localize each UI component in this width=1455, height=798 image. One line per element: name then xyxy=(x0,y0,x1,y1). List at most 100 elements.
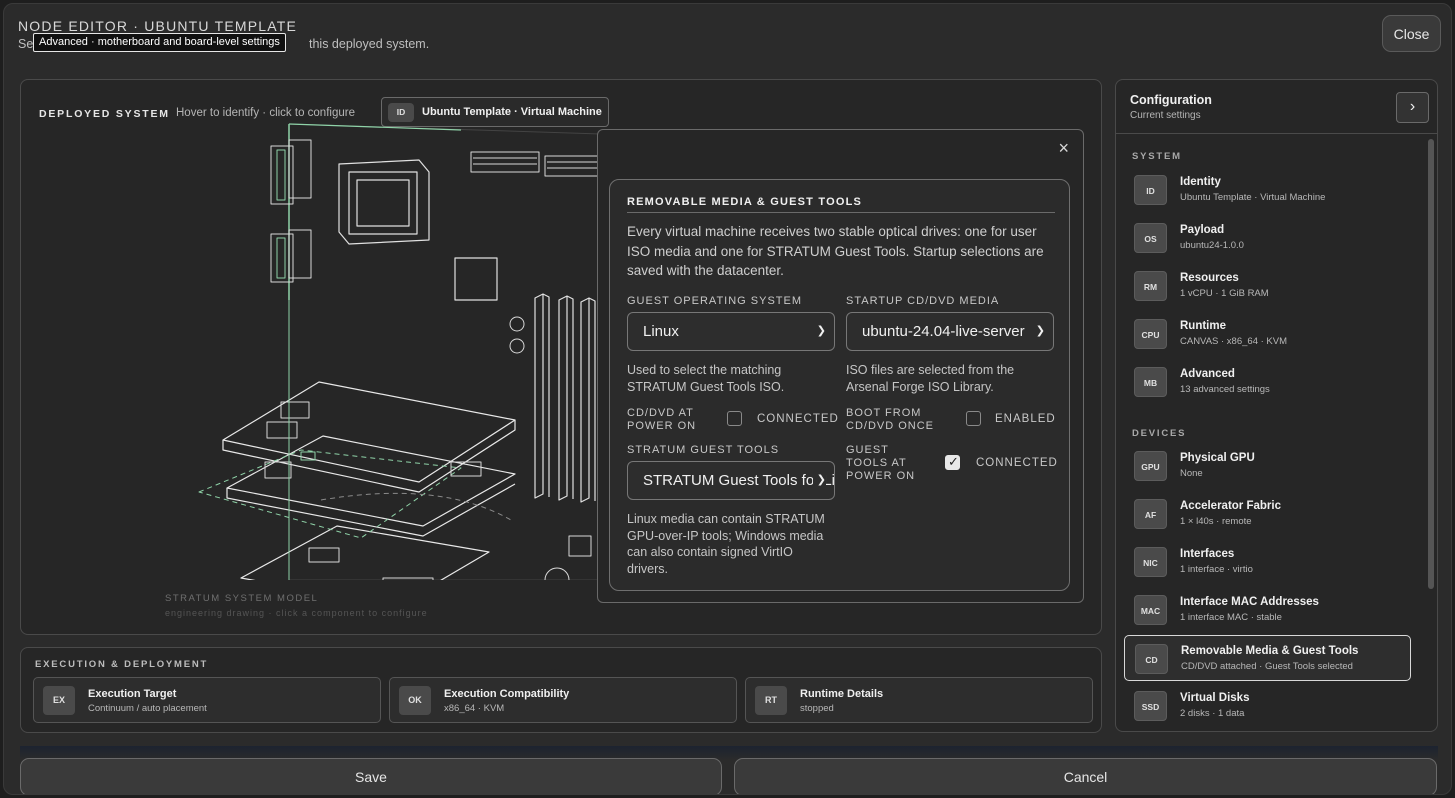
boot-once-label-line1: BOOT FROM xyxy=(846,407,922,419)
board-outline xyxy=(288,123,601,580)
save-button[interactable]: Save xyxy=(20,758,722,794)
config-item-title: Runtime xyxy=(1180,320,1226,332)
config-item-sub: CD/DVD attached · Guest Tools selected xyxy=(1181,661,1353,672)
ram-slots xyxy=(534,293,596,503)
mb-badge: MB xyxy=(1134,367,1167,397)
tools-power-on-label: GUEST TOOLS AT POWER ON xyxy=(846,444,915,483)
cpu-socket xyxy=(338,159,430,245)
removable-media-dialog: × REMOVABLE MEDIA & GUEST TOOLS Every vi… xyxy=(597,129,1084,603)
model-sublabel: engineering drawing · click a component … xyxy=(165,608,428,618)
subtitle-prefix: Se xyxy=(18,37,34,51)
gpu-badge: GPU xyxy=(1134,451,1167,481)
boot-once-checkbox[interactable] xyxy=(966,411,981,426)
runtime-details-card[interactable]: RT Runtime Details stopped xyxy=(745,677,1093,723)
cd-badge: CD xyxy=(1135,644,1168,674)
close-button[interactable]: Close xyxy=(1382,15,1441,52)
chevron-right-icon[interactable]: › xyxy=(1396,92,1429,123)
config-item-advanced[interactable]: MB Advanced 13 advanced settings xyxy=(1124,359,1411,405)
hover-tooltip: Advanced · motherboard and board-level s… xyxy=(33,33,286,52)
runtime-details-sub: stopped xyxy=(800,703,834,714)
model-label: STRATUM SYSTEM MODEL xyxy=(165,593,319,604)
execution-target-card[interactable]: EX Execution Target Continuum / auto pla… xyxy=(33,677,381,723)
config-item-virtual-disks[interactable]: SSD Virtual Disks 2 disks · 1 data xyxy=(1124,683,1411,729)
card-description: Every virtual machine receives two stabl… xyxy=(627,224,1044,278)
runtime-details-title: Runtime Details xyxy=(800,688,884,700)
page-subtitle: Se this deployed system. xyxy=(18,37,429,51)
node-editor-window: NODE EDITOR · UBUNTU TEMPLATE Se this de… xyxy=(3,3,1452,795)
guest-os-select[interactable]: Linux ❯ xyxy=(627,312,835,351)
execution-compat-card[interactable]: OK Execution Compatibility x86_64 · KVM xyxy=(389,677,737,723)
config-item-title: Advanced xyxy=(1180,368,1235,380)
chevron-down-icon: ❯ xyxy=(812,462,826,499)
tools-power-on-state: CONNECTED xyxy=(976,457,1058,469)
config-item-sub: 1 interface MAC · stable xyxy=(1180,612,1282,623)
system-section-label: SYSTEM xyxy=(1132,151,1182,162)
chevron-down-icon: ❯ xyxy=(1031,313,1045,350)
execution-target-title: Execution Target xyxy=(88,688,177,700)
configuration-panel: Configuration Current settings › SYSTEM … xyxy=(1115,79,1438,732)
guest-os-help: Used to select the matching STRATUM Gues… xyxy=(627,363,785,394)
sidebar-scrollbar[interactable] xyxy=(1428,139,1434,589)
config-item-sub: None xyxy=(1180,468,1203,479)
startup-media-select[interactable]: ubuntu-24.04-live-server ❯ xyxy=(846,312,1054,351)
config-item-sub: 1 vCPU · 1 GiB RAM xyxy=(1180,288,1269,299)
guest-tools-label: STRATUM GUEST TOOLS xyxy=(627,444,780,456)
config-item-resources[interactable]: RM Resources 1 vCPU · 1 GiB RAM xyxy=(1124,263,1411,309)
config-item-title: Virtual Disks xyxy=(1180,692,1250,704)
deployed-system-hint: Hover to identify · click to configure xyxy=(176,107,355,119)
top-headers xyxy=(470,151,601,177)
cd-power-on-label-line1: CD/DVD AT xyxy=(627,407,694,419)
configuration-header: Configuration Current settings › xyxy=(1116,80,1437,134)
config-item-accelerator-fabric[interactable]: AF Accelerator Fabric 1 × l40s · remote xyxy=(1124,491,1411,537)
config-item-mac-addresses[interactable]: MAC Interface MAC Addresses 1 interface … xyxy=(1124,587,1411,633)
config-item-sub: Ubuntu Template · Virtual Machine xyxy=(1180,192,1326,203)
configuration-title: Configuration xyxy=(1130,93,1212,107)
mac-badge: MAC xyxy=(1134,595,1167,625)
af-badge: AF xyxy=(1134,499,1167,529)
config-item-sub: 1 interface · virtio xyxy=(1180,564,1253,575)
nic-badge: NIC xyxy=(1134,547,1167,577)
cd-power-on-state: CONNECTED xyxy=(757,413,839,425)
divider xyxy=(627,212,1055,213)
guest-tools-value: STRATUM Guest Tools for Linux xyxy=(643,472,835,489)
config-item-interfaces[interactable]: NIC Interfaces 1 interface · virtio xyxy=(1124,539,1411,585)
config-item-sub: ubuntu24-1.0.0 xyxy=(1180,240,1244,251)
tools-power-on-label-line1: GUEST xyxy=(846,444,889,456)
startup-media-value: ubuntu-24.04-live-server xyxy=(862,323,1025,340)
cpu-badge: CPU xyxy=(1134,319,1167,349)
cd-power-on-checkbox[interactable] xyxy=(727,411,742,426)
ok-badge: OK xyxy=(399,686,431,715)
deployed-system-label: DEPLOYED SYSTEM xyxy=(39,108,170,120)
devices-section-label: DEVICES xyxy=(1132,428,1187,439)
execution-panel: EXECUTION & DEPLOYMENT EX Execution Targ… xyxy=(20,647,1102,733)
guest-tools-select[interactable]: STRATUM Guest Tools for Linux ❯ xyxy=(627,461,835,500)
startup-media-label: STARTUP CD/DVD MEDIA xyxy=(846,295,1000,307)
config-item-title: Identity xyxy=(1180,176,1221,188)
chipset xyxy=(454,257,498,301)
tools-power-on-label-line3: POWER ON xyxy=(846,470,916,482)
config-item-sub: 2 disks · 1 data xyxy=(1180,708,1245,719)
cd-power-on-label: CD/DVD AT POWER ON xyxy=(627,407,696,433)
config-item-runtime[interactable]: CPU Runtime CANVAS · x86_64 · KVM xyxy=(1124,311,1411,357)
config-item-title: Resources xyxy=(1180,272,1239,284)
config-item-physical-gpu[interactable]: GPU Physical GPU None xyxy=(1124,443,1411,489)
config-item-title: Accelerator Fabric xyxy=(1180,500,1281,512)
motherboard-drawing[interactable] xyxy=(161,120,601,580)
config-item-removable-media[interactable]: CD Removable Media & Guest Tools CD/DVD … xyxy=(1124,635,1411,681)
expansion-cards xyxy=(222,381,516,580)
execution-title: EXECUTION & DEPLOYMENT xyxy=(35,659,209,670)
os-badge: OS xyxy=(1134,223,1167,253)
startup-media-help: ISO files are selected from the Arsenal … xyxy=(846,363,1015,394)
close-icon[interactable]: × xyxy=(1058,138,1069,159)
guest-os-value: Linux xyxy=(643,323,679,340)
tools-power-on-label-line2: TOOLS AT xyxy=(846,457,907,469)
config-item-identity[interactable]: ID Identity Ubuntu Template · Virtual Ma… xyxy=(1124,167,1411,213)
config-item-title: Physical GPU xyxy=(1180,452,1255,464)
boot-once-label: BOOT FROM CD/DVD ONCE xyxy=(846,407,934,433)
execution-target-sub: Continuum / auto placement xyxy=(88,703,207,714)
id-badge: ID xyxy=(1134,175,1167,205)
tools-power-on-checkbox[interactable] xyxy=(945,454,960,470)
cancel-button[interactable]: Cancel xyxy=(734,758,1437,794)
rt-badge: RT xyxy=(755,686,787,715)
config-item-payload[interactable]: OS Payload ubuntu24-1.0.0 xyxy=(1124,215,1411,261)
